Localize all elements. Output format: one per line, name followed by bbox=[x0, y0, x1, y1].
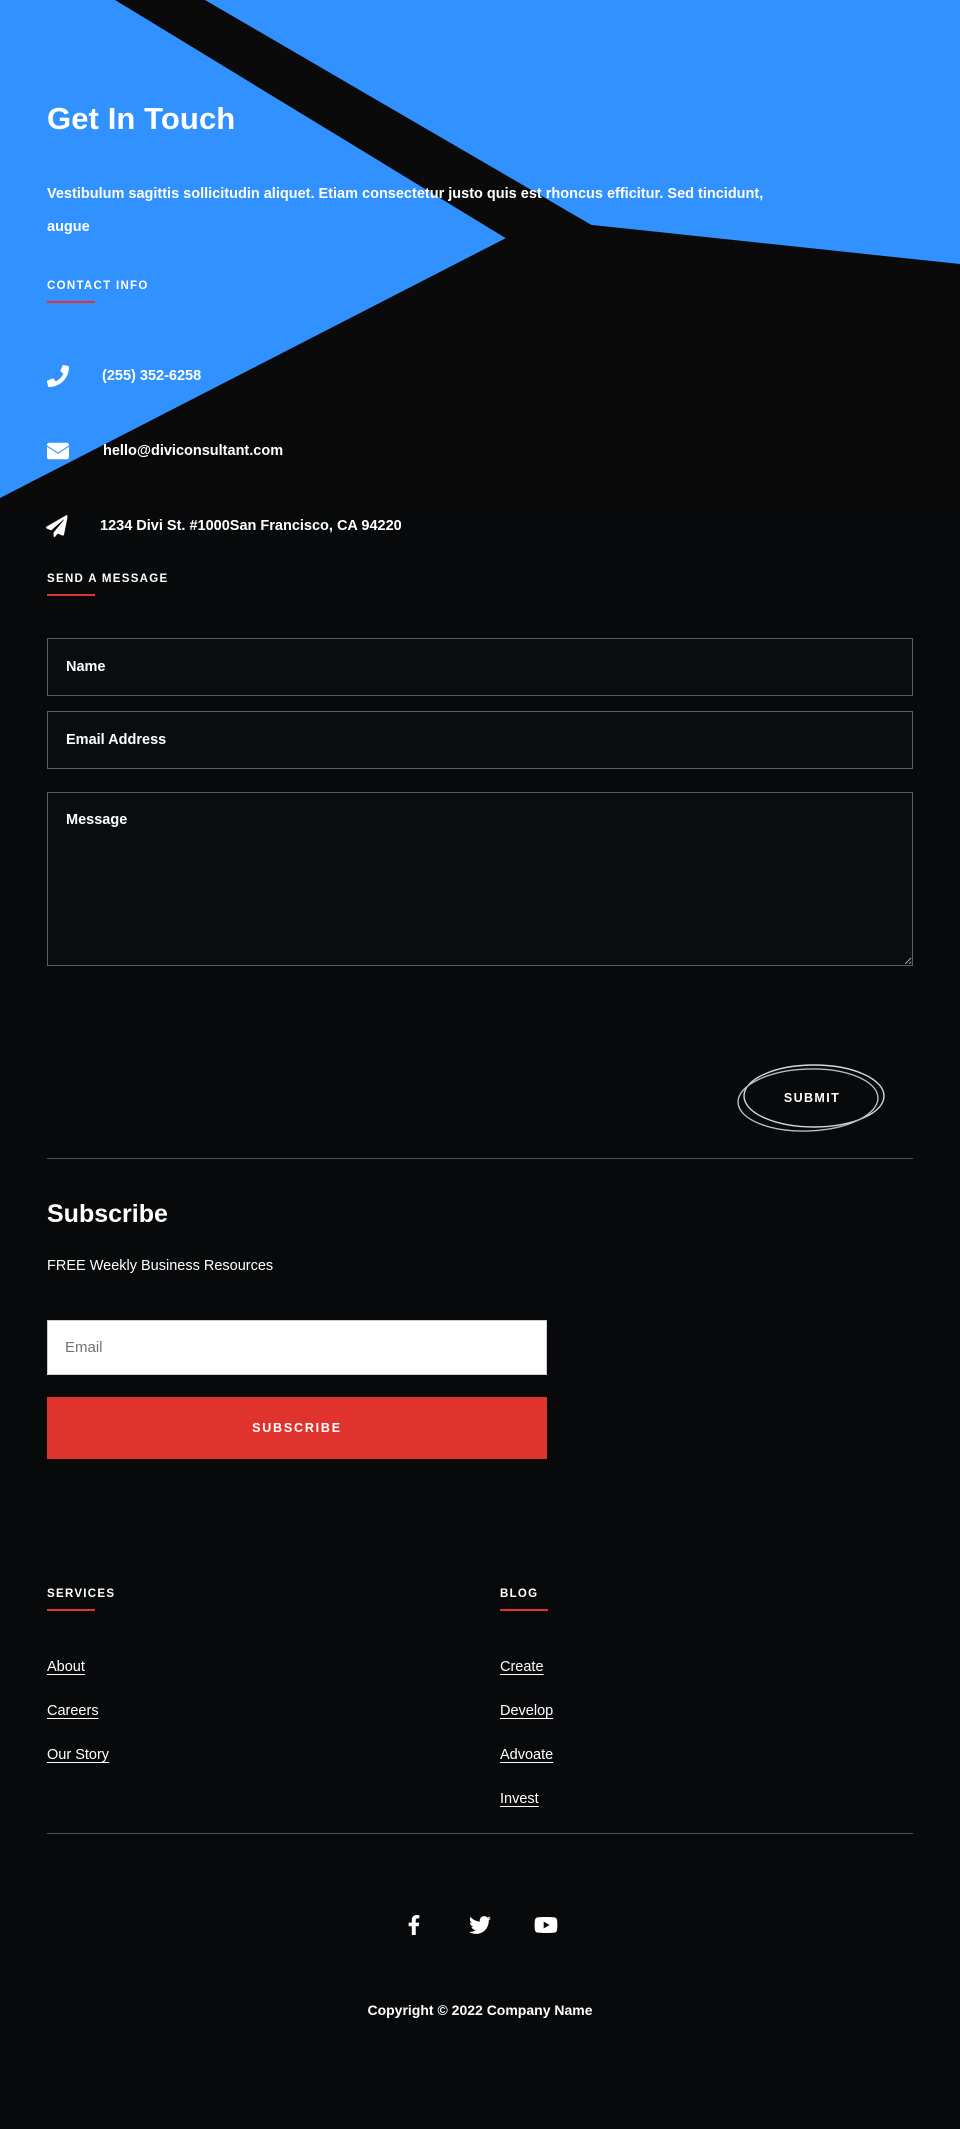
paper-plane-icon bbox=[44, 513, 70, 539]
red-accent-rule bbox=[47, 301, 95, 303]
youtube-icon[interactable] bbox=[533, 1912, 559, 1938]
message-textarea[interactable] bbox=[47, 792, 913, 966]
contact-email-value: hello@diviconsultant.com bbox=[103, 442, 284, 459]
footer-heading-services: SERVICES bbox=[47, 1588, 116, 1600]
contact-info-heading: CONTACT INFO bbox=[47, 280, 149, 303]
envelope-icon bbox=[45, 438, 71, 464]
footer-links-services: About Careers Our Story bbox=[47, 1659, 115, 1763]
footer-link-our-story[interactable]: Our Story bbox=[47, 1747, 109, 1763]
red-accent-rule bbox=[500, 1609, 548, 1611]
footer-divider bbox=[47, 1833, 913, 1834]
contact-form bbox=[47, 638, 913, 966]
phone-icon bbox=[45, 363, 71, 389]
page-title: Get In Touch bbox=[47, 101, 236, 136]
footer-heading-blog: BLOG bbox=[500, 1588, 539, 1600]
footer-column-services: SERVICES About Careers Our Story bbox=[47, 1588, 115, 1791]
subscribe-button[interactable]: SUBSCRIBE bbox=[47, 1397, 547, 1459]
email-input[interactable] bbox=[47, 711, 913, 769]
copyright-text: Copyright © 2022 Company Name bbox=[367, 2002, 593, 2018]
footer-page: Get In Touch Vestibulum sagittis sollici… bbox=[0, 0, 960, 2129]
footer-link-create[interactable]: Create bbox=[500, 1659, 544, 1675]
subscribe-title: Subscribe bbox=[47, 1200, 168, 1228]
contact-phone-value: (255) 352-6258 bbox=[102, 367, 202, 384]
section-divider bbox=[47, 1158, 913, 1159]
contact-row-phone[interactable]: (255) 352-6258 bbox=[0, 338, 960, 413]
facebook-icon[interactable] bbox=[401, 1912, 427, 1938]
contact-list: (255) 352-6258 hello@diviconsultant.com … bbox=[0, 338, 960, 563]
footer-link-careers[interactable]: Careers bbox=[47, 1703, 99, 1719]
contact-address-value: 1234 Divi St. #1000San Francisco, CA 942… bbox=[100, 517, 402, 534]
twitter-icon[interactable] bbox=[467, 1912, 493, 1938]
footer-column-blog: BLOG Create Develop Advoate Invest bbox=[500, 1588, 553, 1835]
name-input[interactable] bbox=[47, 638, 913, 696]
contact-row-email[interactable]: hello@diviconsultant.com bbox=[0, 413, 960, 488]
footer-link-develop[interactable]: Develop bbox=[500, 1703, 553, 1719]
footer-link-invest[interactable]: Invest bbox=[500, 1791, 539, 1807]
subscribe-subtitle: FREE Weekly Business Resources bbox=[47, 1258, 274, 1274]
contact-row-address[interactable]: 1234 Divi St. #1000San Francisco, CA 942… bbox=[0, 488, 960, 563]
send-message-heading: SEND A MESSAGE bbox=[47, 573, 169, 596]
red-accent-rule bbox=[47, 594, 95, 596]
subscribe-email-input[interactable] bbox=[47, 1320, 547, 1375]
hero-intro-text: Vestibulum sagittis sollicitudin aliquet… bbox=[47, 186, 764, 235]
submit-button-wrap: SUBMIT bbox=[737, 1064, 885, 1132]
footer-link-about[interactable]: About bbox=[47, 1659, 85, 1675]
submit-button[interactable]: SUBMIT bbox=[745, 1064, 879, 1132]
contact-info-label: CONTACT INFO bbox=[47, 280, 149, 292]
footer-links-blog: Create Develop Advoate Invest bbox=[500, 1659, 553, 1807]
red-accent-rule bbox=[47, 1609, 95, 1611]
social-links bbox=[0, 1912, 960, 1938]
footer-link-advoate[interactable]: Advoate bbox=[500, 1747, 553, 1763]
send-message-label: SEND A MESSAGE bbox=[47, 573, 169, 585]
